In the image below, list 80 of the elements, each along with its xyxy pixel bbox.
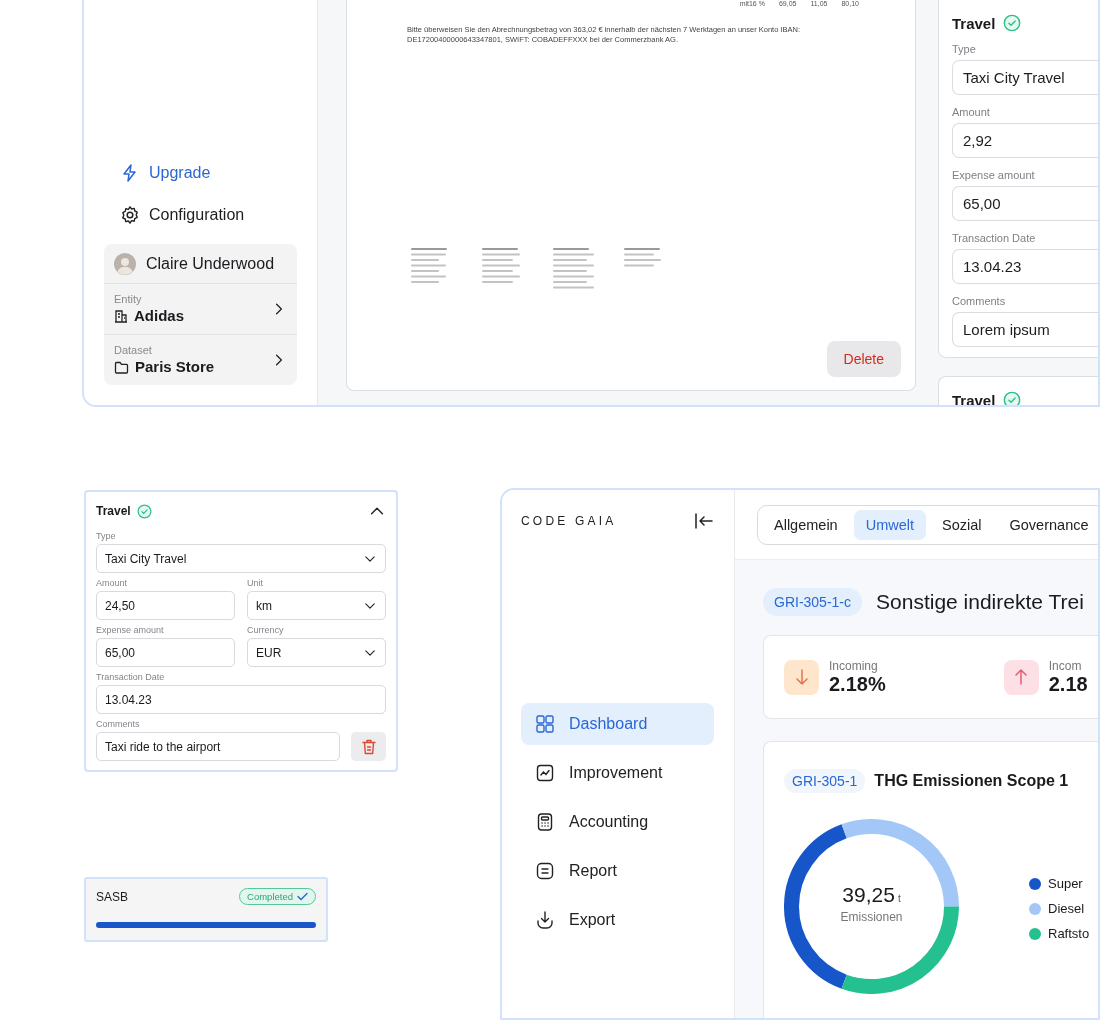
- input-field[interactable]: 13.04.23: [96, 685, 386, 714]
- stat-label: Incom: [1048, 658, 1083, 673]
- stat-label: Incoming: [829, 658, 879, 673]
- nav-item[interactable]: Improvement: [521, 752, 714, 794]
- legend-label: Diesel: [1048, 901, 1085, 916]
- tab[interactable]: Allgemein: [762, 510, 850, 540]
- check-icon: [297, 892, 308, 901]
- input-field[interactable]: Lorem ipsum: [952, 312, 1098, 347]
- dropdown[interactable]: Taxi City Travel: [96, 544, 386, 573]
- stat-value: 2.18: [1048, 672, 1088, 696]
- legend-label: Super: [1048, 876, 1083, 891]
- field-label: Amount: [952, 106, 991, 118]
- tab[interactable]: Sozial: [930, 510, 994, 540]
- calculator-icon: [535, 812, 555, 832]
- field-label: Unit: [247, 578, 264, 588]
- field-label: Transaction Date: [96, 672, 166, 682]
- dropdown-value: EUR: [256, 645, 282, 660]
- input-field[interactable]: 2,92: [952, 123, 1098, 158]
- code-tag: GRI-305-1: [784, 769, 866, 793]
- tab[interactable]: Governance: [997, 510, 1098, 540]
- nav-item[interactable]: Export: [521, 899, 714, 941]
- legend-label: Raftsto: [1048, 926, 1090, 941]
- logo-text: CODE GAIA: [521, 514, 617, 528]
- upgrade-link[interactable]: Upgrade: [104, 152, 297, 194]
- card-title: Travel: [952, 14, 996, 32]
- field-label: Dataset: [114, 344, 153, 356]
- delete-button[interactable]: [351, 732, 386, 761]
- unit-label: t: [897, 893, 901, 904]
- field-label: Expense amount: [952, 169, 1036, 181]
- nav-item[interactable]: Accounting: [521, 801, 714, 843]
- field-value: Adidas: [134, 307, 184, 324]
- dropdown[interactable]: km: [247, 591, 386, 620]
- total-value: 39,25: [842, 883, 895, 907]
- card-title: Travel: [96, 504, 131, 518]
- chart-caption: Emissionen: [840, 910, 903, 924]
- dataset-selector[interactable]: Dataset Paris Store: [104, 334, 297, 385]
- card-title: THG Emissionen Scope 1: [874, 772, 1069, 790]
- comment-field[interactable]: Taxi ride to the airport: [96, 732, 340, 761]
- delete-button[interactable]: Delete: [826, 341, 901, 377]
- field-label: Type: [96, 531, 117, 541]
- input-field[interactable]: Taxi City Travel: [952, 60, 1098, 95]
- trash-icon: [360, 737, 377, 756]
- dropdown-value: Taxi City Travel: [105, 551, 187, 566]
- document-icon: [535, 861, 555, 881]
- avatar-icon: [114, 252, 136, 275]
- field-label: Expense amount: [96, 625, 165, 635]
- card-title: SASB: [96, 889, 128, 904]
- field-label: Transaction Date: [952, 232, 1037, 244]
- card-title: Travel: [952, 391, 996, 405]
- entity-selector[interactable]: Entity Adidas: [104, 284, 297, 334]
- collapse-icon: [694, 512, 714, 530]
- configuration-link[interactable]: Configuration: [104, 194, 297, 236]
- collapse-button[interactable]: [694, 512, 714, 530]
- field-label: Type: [952, 43, 977, 55]
- input-field[interactable]: 24,50: [96, 591, 235, 620]
- building-icon: [114, 308, 128, 323]
- settings-icon: [120, 205, 140, 225]
- input-field[interactable]: 13.04.23: [952, 249, 1098, 284]
- dropdown[interactable]: EUR: [247, 638, 386, 667]
- nav-item[interactable]: Dashboard: [521, 703, 714, 745]
- field-value: Paris Store: [135, 358, 215, 375]
- input-field[interactable]: 65,00: [952, 186, 1098, 221]
- tab[interactable]: Umwelt: [853, 510, 926, 540]
- field-label: Comments: [96, 719, 141, 729]
- field-label: Currency: [247, 625, 285, 635]
- folder-icon: [114, 359, 129, 374]
- code-tag: GRI-305-1-c: [763, 588, 863, 616]
- nav-item[interactable]: Report: [521, 850, 714, 892]
- user-name: Claire Underwood: [146, 254, 275, 273]
- field-label: Entity: [114, 293, 143, 305]
- status-badge: Completed: [239, 888, 316, 905]
- field-label: Comments: [952, 295, 1007, 307]
- grid-icon: [535, 714, 555, 734]
- input-field[interactable]: 65,00: [96, 638, 235, 667]
- chart-icon: [535, 763, 555, 783]
- download-icon: [535, 910, 555, 930]
- stat-value: 2.18%: [829, 672, 886, 696]
- dropdown-value: km: [256, 598, 272, 613]
- page-title: Sonstige indirekte Trei: [876, 590, 1084, 614]
- field-label: Amount: [96, 578, 129, 588]
